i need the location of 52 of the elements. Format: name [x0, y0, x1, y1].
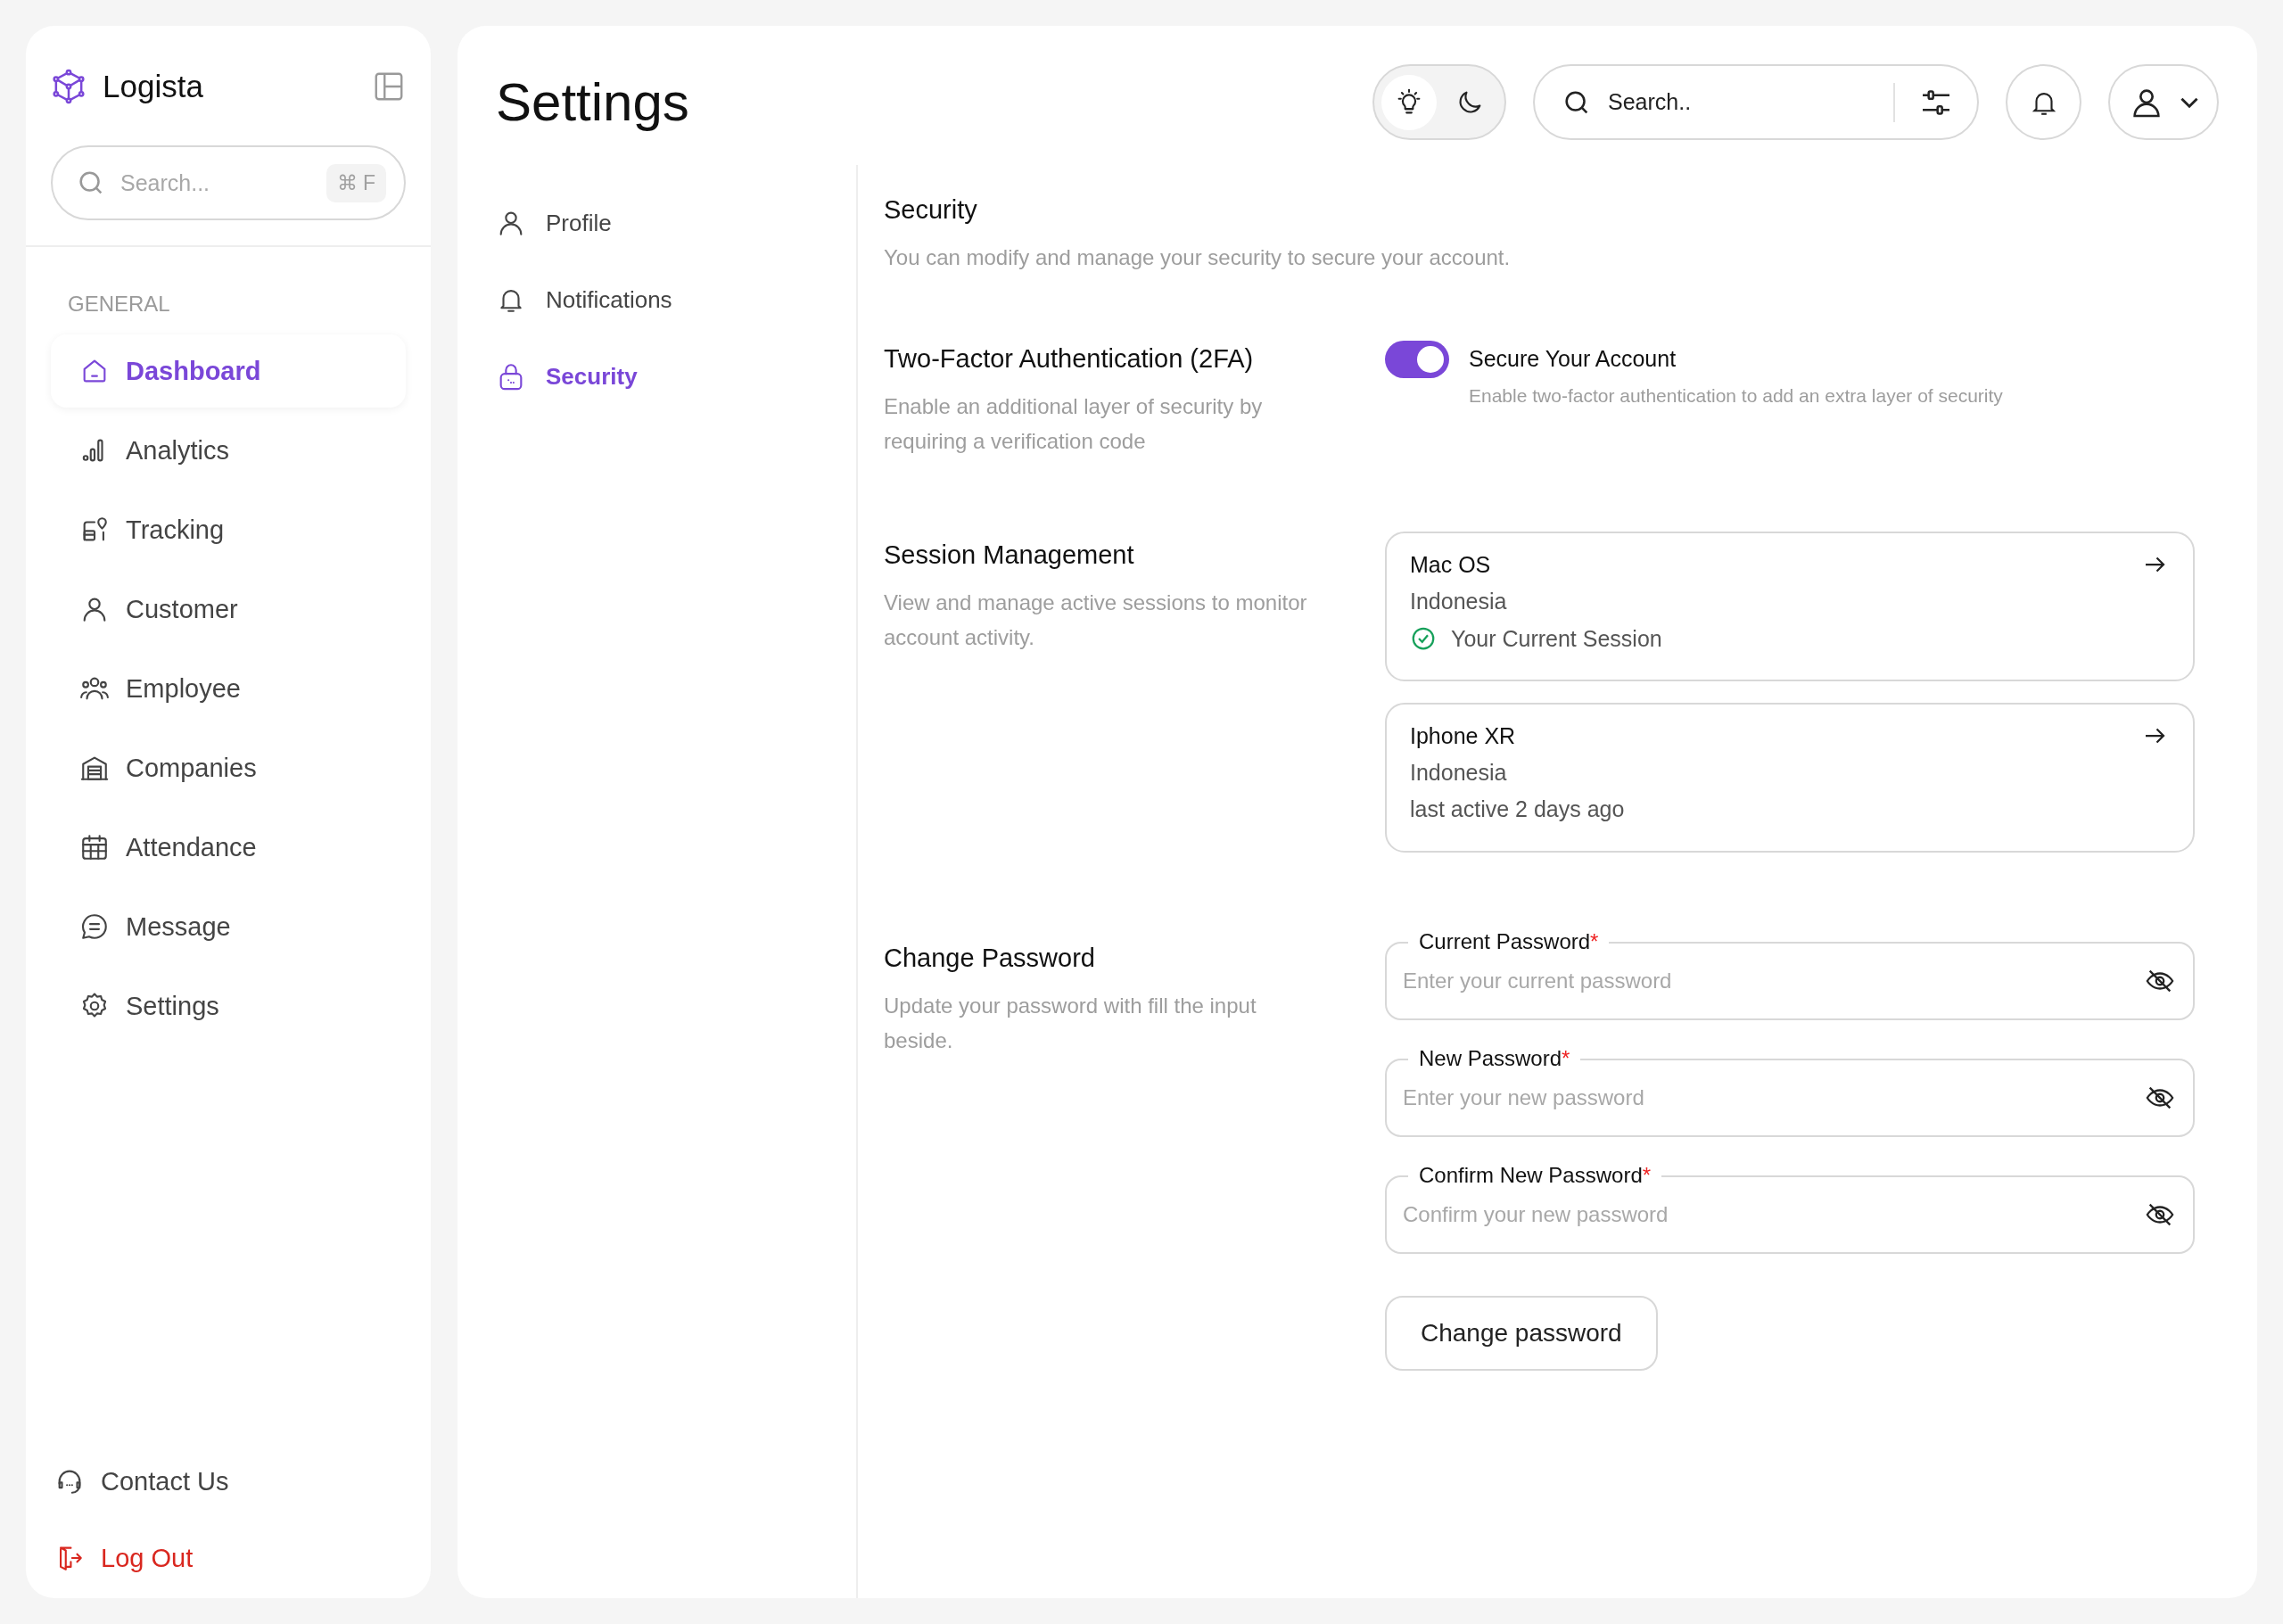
session-location: Indonesia [1410, 589, 1508, 614]
session-status: last active 2 days ago [1410, 796, 1625, 822]
search-input[interactable]: Search... [119, 169, 314, 197]
section-title: Security [884, 194, 978, 226]
session-card[interactable]: Iphone XR Indonesia last active 2 days ago [1385, 703, 2195, 853]
chevron-down-icon [2180, 96, 2198, 108]
logout-link[interactable]: Log Out [51, 1537, 406, 1579]
settings-tab[interactable]: Security [496, 358, 856, 395]
shortcut-badge: ⌘ F [326, 163, 386, 202]
password-input[interactable]: Confirm your new password [1385, 1201, 2145, 1228]
change-password-button[interactable]: Change password [1385, 1296, 1658, 1371]
cube-logo-icon [51, 68, 87, 105]
section-title: Two-Factor Authentication (2FA) [884, 343, 1255, 375]
light-mode-button[interactable] [1381, 74, 1437, 130]
section-title: Change Password [884, 943, 1096, 974]
sidebar-item[interactable]: Companies [51, 731, 406, 804]
section-title: Session Management [884, 540, 1135, 571]
sidebar-item[interactable]: Attendance [51, 811, 406, 884]
password-field[interactable]: Confirm New Password* Confirm your new password [1385, 1161, 2195, 1254]
sidebar-item[interactable]: Analytics [51, 414, 406, 487]
section-description: Update your password with fill the input beside. [884, 993, 1257, 1054]
calendar-icon [79, 832, 110, 862]
section-description: You can modify and manage your security to secure your account. [884, 244, 1512, 271]
session-status: Your Current Session [1451, 625, 1662, 652]
password-input[interactable]: Enter your new password [1385, 1084, 2145, 1111]
sidebar-item[interactable]: Message [51, 890, 406, 963]
section-description: View and manage active sessions to monitor account activity. [884, 589, 1308, 651]
session-location: Indonesia [1410, 760, 1508, 786]
device-name: Iphone XR [1410, 722, 1516, 749]
section-label: GENERAL [68, 292, 171, 317]
search-input[interactable]: Search.. [1606, 88, 1879, 116]
password-field[interactable]: New Password* Enter your new password [1385, 1044, 2195, 1137]
password-input[interactable]: Enter your current password [1385, 968, 2145, 994]
session-card[interactable]: Mac OS Indonesia Your Current Session [1385, 532, 2195, 681]
sidebar-item[interactable]: Settings [51, 969, 406, 1043]
section-description: Enable an additional layer of security by requiring a verification code [884, 393, 1264, 455]
toggle-switch[interactable] [1385, 341, 1449, 378]
sidebar-item[interactable]: Dashboard [51, 334, 406, 408]
search-field[interactable]: Search.. [1533, 64, 1979, 140]
page-title: Settings [496, 71, 690, 133]
sidebar-item[interactable]: Customer [51, 573, 406, 646]
device-name: Mac OS [1410, 551, 1491, 578]
sidebar-link[interactable]: Contact Us [51, 1461, 406, 1502]
sidebar-item[interactable]: Tracking [51, 493, 406, 566]
settings-tab[interactable]: Profile [496, 204, 856, 242]
toggle-description: Enable two-factor authentication to add an extra layer of security [1469, 385, 2003, 407]
settings-tab[interactable]: Notifications [496, 281, 856, 318]
password-field[interactable]: Current Password* Enter your current password [1385, 927, 2195, 1020]
toggle-label: Secure Your Account [1469, 345, 1677, 373]
brand-name: Logista [103, 69, 204, 104]
chat-icon [79, 911, 110, 942]
sidebar-item[interactable]: Employee [51, 652, 406, 725]
